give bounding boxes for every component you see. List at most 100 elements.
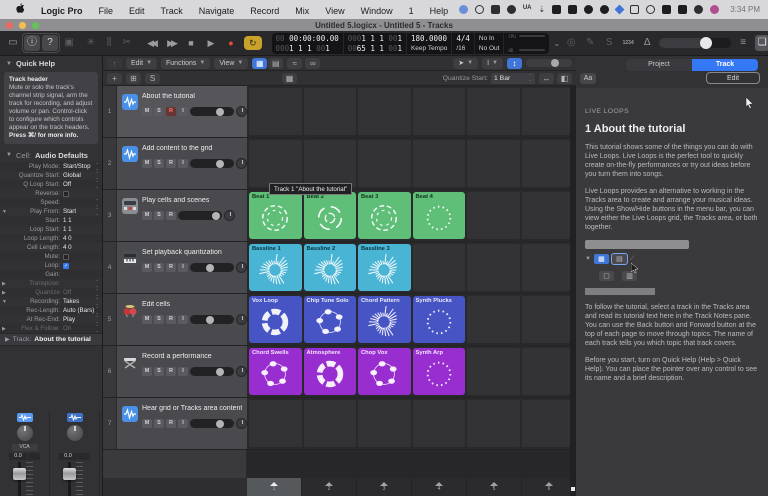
inspector-row-start[interactable]: Start:1 1 [0, 216, 102, 225]
master-volume-slider[interactable] [659, 38, 731, 48]
input-monitor-button[interactable]: I [178, 107, 188, 116]
live-loop-cell[interactable]: Bassline 2 [304, 244, 357, 291]
empty-cell-slot[interactable] [522, 140, 575, 187]
track-header[interactable]: Hear grid or Tracks area contentMSRI [117, 398, 247, 449]
empty-cell-slot[interactable] [522, 244, 575, 291]
pan-knob[interactable] [236, 366, 247, 377]
live-loop-cell[interactable]: Beat 1 [249, 192, 302, 239]
show-grid-button[interactable]: ▦ [252, 58, 267, 69]
menu-track[interactable]: Track [153, 6, 191, 16]
volume-value[interactable]: 0.0 [9, 453, 27, 460]
text-size-button[interactable]: Aa [580, 73, 596, 84]
track-header[interactable]: Play cells and scenesMSR [117, 190, 247, 241]
tv-badge-icon[interactable] [678, 5, 687, 14]
inspector-row-gain[interactable]: Gain: [0, 270, 102, 279]
mute-button[interactable]: M [142, 159, 152, 168]
empty-cell-slot[interactable] [358, 88, 411, 135]
live-loop-cell[interactable]: Beat 4 [413, 192, 466, 239]
pan-knob[interactable] [17, 425, 33, 441]
pan-knob[interactable] [224, 210, 235, 221]
inspector-row-celllength[interactable]: Cell Length:4 0 [0, 243, 102, 252]
stepper-icon[interactable]: ⌃⌄ [95, 172, 99, 180]
solo-button[interactable]: S [154, 107, 164, 116]
quantize-start-select[interactable]: 1 Bar ⌃⌄ [491, 73, 535, 84]
dropbox-icon[interactable] [491, 5, 500, 14]
stepper-icon[interactable]: ⌃⌄ [95, 199, 99, 207]
stepper-icon[interactable]: ⌃⌄ [95, 316, 99, 324]
text-tool[interactable]: I▼ [482, 58, 503, 69]
solo-mode-icon[interactable]: S [602, 35, 616, 51]
pan-knob[interactable] [236, 158, 247, 169]
live-loop-cell[interactable]: Chord Swells [249, 348, 302, 395]
rewind-button[interactable]: ◀◀ [144, 35, 158, 51]
record-enable-button[interactable]: R [166, 419, 176, 428]
menu-help[interactable]: Help [422, 6, 457, 16]
volume-slider[interactable] [178, 211, 222, 220]
empty-cell-slot[interactable] [304, 88, 357, 135]
menu-logic-pro[interactable]: Logic Pro [33, 6, 91, 16]
stepper-icon[interactable]: ⌃⌄ [95, 181, 99, 189]
solo-button[interactable]: S [154, 211, 164, 220]
volume-slider[interactable] [190, 263, 234, 272]
stop-button[interactable]: ■ [184, 35, 198, 51]
stepper-icon[interactable]: ⌃⌄ [95, 280, 99, 288]
menu-mix[interactable]: Mix [287, 6, 317, 16]
clock-icon[interactable] [646, 5, 655, 14]
metronome-icon[interactable]: Δ [640, 35, 654, 51]
menu-functions[interactable]: Functions▼ [161, 58, 210, 69]
lcd-field-4[interactable]: No InNo Out [475, 33, 505, 54]
record-enable-button[interactable]: R [166, 315, 176, 324]
record-enable-button[interactable]: R [166, 367, 176, 376]
fader-handle[interactable] [63, 468, 76, 480]
scene-trigger-6[interactable]: 6 [522, 478, 576, 496]
scissors-icon[interactable]: ✂ [120, 35, 134, 51]
empty-cell-slot[interactable] [249, 88, 302, 135]
mute-button[interactable]: M [142, 315, 152, 324]
empty-cell-slot[interactable] [467, 296, 520, 343]
empty-cell-slot[interactable] [413, 140, 466, 187]
mute-button[interactable]: M [142, 419, 152, 428]
solo-scene-button[interactable]: S [145, 73, 160, 84]
library-icon[interactable]: ▣ [62, 35, 76, 51]
empty-cell-slot[interactable] [304, 140, 357, 187]
mute-button[interactable]: M [142, 107, 152, 116]
empty-cell-slot[interactable] [467, 140, 520, 187]
window-icon[interactable] [630, 5, 639, 14]
pencil-icon[interactable]: ✎ [583, 35, 597, 51]
tab-project[interactable]: Project [626, 59, 692, 71]
track-header[interactable]: Edit cellsMSRI [117, 294, 247, 345]
cell-inspector-header[interactable]: ▼ Cell: Audio Defaults [0, 148, 102, 162]
volume-fader[interactable] [62, 462, 88, 496]
menu-window[interactable]: Window [353, 6, 401, 16]
lcd-field-1[interactable]: 0001 1 1 0010065 1 1 001 [344, 33, 407, 54]
volume-slider[interactable] [190, 315, 234, 324]
live-loop-cell[interactable]: Vox Loop [249, 296, 302, 343]
volume-fader[interactable] [12, 462, 38, 496]
menubar-clock[interactable]: 3:34 PM [730, 5, 760, 14]
mute-button[interactable]: M [142, 211, 152, 220]
menu-1[interactable]: 1 [401, 6, 422, 16]
stepper-icon[interactable]: ⌃⌄ [95, 208, 99, 216]
shazam-icon[interactable] [507, 5, 516, 14]
empty-cell-slot[interactable] [522, 348, 575, 395]
record-enable-button[interactable]: R [166, 107, 176, 116]
pan-knob[interactable] [67, 425, 83, 441]
info-circle-icon[interactable] [475, 5, 484, 14]
empty-cell-slot[interactable] [522, 88, 575, 135]
stepper-icon[interactable]: ⌃⌄ [95, 163, 99, 171]
live-loop-cell[interactable]: Chord Pattern [358, 296, 411, 343]
camera-icon[interactable] [568, 5, 577, 14]
grid-mode-icon[interactable]: ▦ [282, 73, 297, 84]
track-header[interactable]: Record a performanceMSRI [117, 346, 247, 397]
record-enable-button[interactable]: R [166, 263, 176, 272]
browsers-icon[interactable]: ❏ [755, 35, 768, 51]
empty-cell-slot[interactable] [413, 244, 466, 291]
tuner-icon[interactable]: ◎ [564, 35, 578, 51]
live-loop-cell[interactable]: Synth Plucks [413, 296, 466, 343]
record-enable-button[interactable]: R [166, 211, 176, 220]
empty-cell-slot[interactable] [413, 88, 466, 135]
scene-trigger-5[interactable]: 5 [467, 478, 521, 496]
menu-edit[interactable]: Edit [121, 6, 153, 16]
scene-trigger-2[interactable]: 2 [302, 478, 356, 496]
inspector-row-rec-length[interactable]: Rec-Length:Auto (Bars)⌃⌄ [0, 306, 102, 315]
